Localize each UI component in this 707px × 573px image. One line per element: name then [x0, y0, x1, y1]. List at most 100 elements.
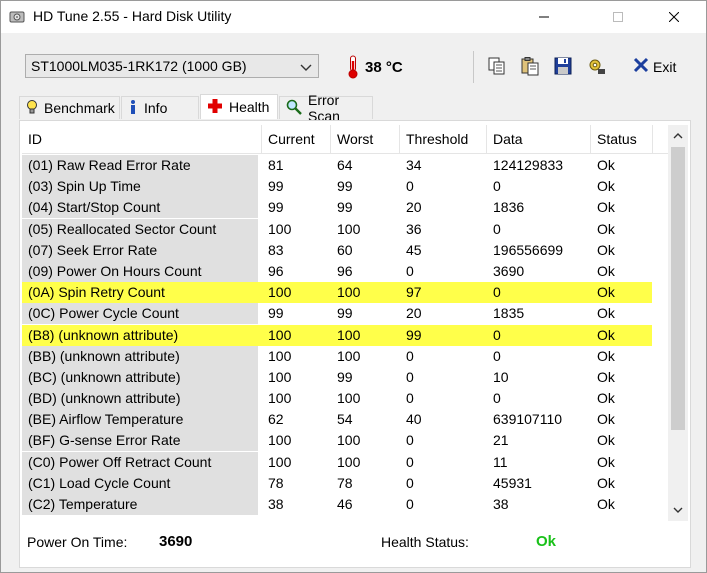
cell-current: 99: [268, 178, 284, 195]
cell-id: (BC) (unknown attribute): [22, 366, 258, 388]
table-row[interactable]: (09) Power On Hours Count 96 96 0 3690 Ok: [22, 260, 668, 282]
table-row[interactable]: (B8) (unknown attribute) 100 100 99 0 Ok: [22, 324, 668, 346]
exit-label: Exit: [653, 58, 677, 75]
options-button[interactable]: [585, 55, 609, 79]
magnifier-icon: [286, 99, 302, 118]
column-header-worst[interactable]: Worst: [331, 125, 400, 153]
table-row[interactable]: (C0) Power Off Retract Count 100 100 0 11 Ok: [22, 451, 668, 473]
drive-dropdown[interactable]: ST1000LM035-1RK172 (1000 GB): [25, 54, 319, 78]
cell-id: (05) Reallocated Sector Count: [22, 218, 258, 240]
tab-info-label: Info: [144, 100, 168, 116]
save-button[interactable]: [551, 55, 575, 79]
table-row[interactable]: (04) Start/Stop Count 99 99 20 1836 Ok: [22, 197, 668, 219]
app-window: HD Tune 2.55 - Hard Disk Utility ST1000L…: [0, 0, 707, 573]
exit-button[interactable]: Exit: [633, 57, 676, 76]
maximize-button[interactable]: [595, 1, 641, 33]
table-row[interactable]: (01) Raw Read Error Rate 81 64 34 124129833 O…: [22, 155, 668, 176]
cell-status: Ok: [597, 347, 615, 364]
column-header-threshold[interactable]: Threshold: [400, 125, 487, 153]
table-row[interactable]: (07) Seek Error Rate 83 60 45 196556699 Ok: [22, 239, 668, 261]
cell-worst: 100: [337, 432, 361, 449]
scrollbar-thumb[interactable]: [671, 147, 685, 430]
table-row[interactable]: (BB) (unknown attribute) 100 100 0 0 Ok: [22, 345, 668, 367]
cell-threshold: 20: [406, 199, 422, 216]
cell-threshold: 45: [406, 241, 422, 258]
table-row[interactable]: (BD) (unknown attribute) 100 100 0 0 Ok: [22, 388, 668, 410]
column-header-id[interactable]: ID: [22, 125, 262, 153]
cell-current: 100: [268, 453, 292, 470]
copy-button[interactable]: [485, 55, 509, 79]
cell-worst: 96: [337, 262, 353, 279]
row-highlight: [258, 324, 652, 346]
table-row[interactable]: (03) Spin Up Time 99 99 0 0 Ok: [22, 176, 668, 198]
table-row[interactable]: (BC) (unknown attribute) 100 99 0 10 Ok: [22, 366, 668, 388]
clipboard-icon: [520, 56, 540, 79]
cell-status: Ok: [597, 390, 615, 407]
title-bar: HD Tune 2.55 - Hard Disk Utility: [1, 1, 706, 33]
cell-data: 0: [493, 326, 501, 343]
tab-info[interactable]: Info: [121, 96, 199, 119]
cell-worst: 46: [337, 496, 353, 512]
copy-all-button[interactable]: [518, 55, 542, 79]
cell-worst: 100: [337, 453, 361, 470]
table-row[interactable]: (05) Reallocated Sector Count 100 100 36 0 Ok: [22, 218, 668, 240]
table-row[interactable]: (BF) G-sense Error Rate 100 100 0 21 Ok: [22, 430, 668, 452]
cell-current: 100: [268, 368, 292, 385]
row-highlight: [258, 282, 652, 304]
cell-worst: 100: [337, 220, 361, 237]
table-row[interactable]: (C2) Temperature 38 46 0 38 Ok: [22, 494, 668, 515]
cell-worst: 60: [337, 241, 353, 258]
cell-status: Ok: [597, 241, 615, 258]
cell-id: (09) Power On Hours Count: [22, 260, 258, 282]
cell-current: 100: [268, 432, 292, 449]
cell-status: Ok: [597, 178, 615, 195]
tab-health[interactable]: Health: [200, 94, 278, 119]
temperature-readout: 38 °C: [365, 59, 403, 76]
cell-worst: 100: [337, 347, 361, 364]
cell-current: 78: [268, 474, 284, 491]
scroll-up-arrow-icon[interactable]: [668, 125, 688, 147]
scroll-down-arrow-icon[interactable]: [668, 499, 688, 521]
cell-status: Ok: [597, 326, 615, 343]
table-header: ID Current Worst Threshold Data Status: [22, 125, 668, 154]
cell-current: 100: [268, 326, 292, 343]
cell-data: 124129833: [493, 157, 564, 173]
cell-current: 100: [268, 284, 292, 301]
tab-health-label: Health: [229, 99, 270, 115]
cell-status: Ok: [597, 199, 615, 216]
table-row[interactable]: (0A) Spin Retry Count 100 100 97 0 Ok: [22, 282, 668, 304]
cell-current: 83: [268, 241, 284, 258]
column-header-current[interactable]: Current: [262, 125, 331, 153]
table-row[interactable]: (BE) Airflow Temperature 62 54 40 639107110 O…: [22, 409, 668, 431]
cell-worst: 100: [337, 284, 361, 301]
cell-current: 100: [268, 347, 292, 364]
vertical-scrollbar[interactable]: [668, 125, 688, 521]
cell-data: 0: [493, 347, 501, 364]
cell-worst: 64: [337, 157, 353, 173]
cell-status: Ok: [597, 368, 615, 385]
cell-threshold: 99: [406, 326, 422, 343]
table-row[interactable]: (C1) Load Cycle Count 78 78 0 45931 Ok: [22, 472, 668, 494]
cell-current: 96: [268, 262, 284, 279]
tab-benchmark[interactable]: Benchmark: [19, 96, 120, 119]
cell-id: (BB) (unknown attribute): [22, 345, 258, 367]
cell-current: 100: [268, 390, 292, 407]
tab-error-scan[interactable]: Error Scan: [279, 92, 373, 124]
cell-worst: 99: [337, 368, 353, 385]
cell-worst: 100: [337, 390, 361, 407]
cell-status: Ok: [597, 411, 615, 428]
minimize-button[interactable]: [521, 1, 567, 33]
cell-current: 62: [268, 411, 284, 428]
table-row[interactable]: (0C) Power Cycle Count 99 99 20 1835 Ok: [22, 303, 668, 325]
column-header-data[interactable]: Data: [487, 125, 591, 153]
column-header-status[interactable]: Status: [591, 125, 653, 153]
cell-data: 196556699: [493, 241, 564, 258]
hard-disk-icon: [9, 9, 25, 25]
cell-threshold: 0: [406, 368, 414, 385]
lightbulb-icon: [26, 99, 38, 118]
cell-data: 38: [493, 496, 509, 512]
options-icon: [587, 56, 607, 79]
cell-data: 10: [493, 368, 509, 385]
close-button[interactable]: [651, 1, 697, 33]
cell-threshold: 0: [406, 496, 414, 512]
